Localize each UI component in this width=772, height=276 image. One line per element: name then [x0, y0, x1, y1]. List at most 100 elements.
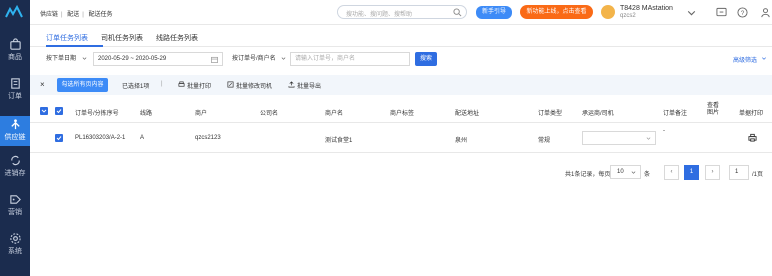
total-pages: /1页 — [752, 172, 764, 178]
pagination-unit: 条 — [644, 172, 651, 178]
sidebar-item-system[interactable]: 系统 — [0, 232, 30, 258]
chevron-down-icon[interactable] — [686, 7, 697, 18]
pagination-summary: 共1条记录，每页 — [565, 172, 611, 178]
merchant: qzcs2123 — [195, 135, 221, 141]
sidebar-item-supply-chain[interactable]: 供应链 — [0, 116, 30, 146]
prev-page-button[interactable]: ‹ — [664, 165, 679, 180]
export-icon — [288, 81, 295, 88]
page-jump-input[interactable]: 1 — [729, 165, 749, 180]
column-header: 查看图片 — [707, 103, 720, 116]
sidebar-item-order[interactable]: 订单 — [0, 77, 30, 103]
sidebar-item-label: 订单 — [8, 93, 22, 100]
route: A — [140, 135, 145, 141]
avatar[interactable] — [601, 5, 615, 19]
batch-print-button[interactable]: 批量打印 — [187, 81, 211, 90]
current-page-button[interactable]: 1 — [684, 165, 699, 180]
sidebar-item-label: 供应链 — [4, 134, 26, 141]
gear-icon — [9, 233, 21, 244]
sidebar-item-product[interactable]: 商品 — [0, 38, 30, 64]
search-icon[interactable] — [453, 8, 462, 17]
sidebar: 商品 订单 供应链 进销存 营销 系统 — [0, 0, 30, 276]
select-all-checkbox[interactable] — [55, 107, 63, 115]
column-header: 订单号/分拣序号 — [75, 111, 119, 117]
order-number[interactable]: PL16303203/A-2-1 — [75, 135, 125, 141]
guide-button[interactable]: 新手引导 — [476, 6, 512, 19]
chevron-down-icon — [281, 57, 286, 60]
next-page-button[interactable]: › — [705, 165, 720, 180]
merchant-name: 测试食堂1 — [325, 138, 353, 144]
select-all-pages-button[interactable]: 勾选所有页内容 — [57, 78, 108, 92]
share-icon — [10, 119, 20, 130]
help-icon[interactable]: ? — [737, 7, 748, 18]
advanced-filter-link[interactable]: 高级筛选 — [733, 55, 757, 64]
selected-count: 已选择1项 — [122, 84, 150, 90]
printer-icon[interactable] — [748, 133, 757, 142]
tab-driver-tasks[interactable]: 司机任务列表 — [101, 33, 143, 43]
user-settings-icon[interactable] — [760, 7, 771, 18]
printer-icon — [178, 81, 185, 87]
user-account: qzcs2 — [620, 13, 636, 19]
tab-route-tasks[interactable]: 线路任务列表 — [156, 33, 198, 43]
carrier-driver-select[interactable] — [582, 131, 656, 145]
close-icon[interactable]: × — [40, 80, 45, 89]
chevron-down-icon — [82, 57, 87, 60]
column-header: 商户名 — [325, 111, 344, 117]
user-name[interactable]: T8428 MAstation — [620, 5, 673, 12]
column-header: 公司名 — [260, 111, 279, 117]
breadcrumb-item[interactable]: 配送 — [67, 12, 79, 18]
page-size-select[interactable]: 10 — [610, 165, 641, 179]
chevron-down-icon — [646, 137, 651, 140]
check-icon — [56, 109, 62, 114]
order-search-placeholder: 请输入订单号，商户名 — [295, 56, 356, 62]
batch-edit-driver-button[interactable]: 批量修改司机 — [236, 81, 272, 90]
sidebar-item-label: 系统 — [8, 248, 22, 255]
row-checkbox[interactable] — [55, 134, 63, 142]
order-remark: - — [663, 128, 665, 134]
date-type-select[interactable]: 按下单日期 — [46, 52, 76, 66]
breadcrumb-item[interactable]: 供应链 — [40, 12, 58, 18]
chevron-down-icon — [631, 171, 636, 174]
bag-icon — [9, 38, 21, 50]
edit-icon — [227, 81, 234, 88]
search-type-select[interactable]: 按订单号/商户名 — [232, 52, 276, 66]
sidebar-item-marketing[interactable]: 营销 — [0, 193, 30, 219]
breadcrumb: 供应链 | 配送 | 配送任务 — [40, 9, 116, 18]
new-feature-button[interactable]: 新功能上线，点击查看 — [520, 5, 593, 19]
column-header: 订单类型 — [538, 111, 563, 117]
global-search-input[interactable]: 搜功能、搜问题、搜帮助 — [337, 5, 467, 19]
breadcrumb-separator: | — [82, 12, 84, 18]
document-icon — [10, 78, 20, 89]
column-header: 配送地址 — [455, 111, 480, 117]
tab-active-indicator — [46, 45, 103, 47]
chevron-down-icon — [762, 57, 766, 60]
breadcrumb-separator: | — [61, 12, 63, 18]
message-icon[interactable] — [716, 7, 727, 18]
calendar-icon — [211, 56, 218, 63]
column-header: 订单备注 — [663, 111, 688, 117]
search-button[interactable]: 搜索 — [415, 52, 437, 66]
sidebar-item-label: 进销存 — [4, 170, 26, 177]
sidebar-item-label: 商品 — [8, 54, 22, 61]
column-header: 商户 — [195, 111, 208, 117]
column-header: 线路 — [140, 111, 153, 117]
tab-bar: 订单任务列表 司机任务列表 线路任务列表 — [30, 25, 772, 47]
order-type: 常规 — [538, 138, 551, 144]
batch-export-button[interactable]: 批量导出 — [297, 81, 321, 90]
date-range-picker[interactable]: 2020-05-29 ~ 2020-05-29 — [93, 52, 223, 66]
search-placeholder: 搜功能、搜问题、搜帮助 — [346, 12, 413, 18]
tag-icon — [9, 195, 21, 204]
row-checkbox-collapse[interactable] — [40, 107, 48, 115]
sidebar-item-label: 营销 — [8, 209, 22, 216]
svg-text:?: ? — [741, 10, 745, 17]
column-header: 单据打印 — [739, 111, 764, 117]
breadcrumb-item: 配送任务 — [88, 12, 113, 18]
check-icon — [56, 136, 62, 141]
order-search-input[interactable]: 请输入订单号，商户名 — [290, 52, 410, 66]
tab-order-tasks[interactable]: 订单任务列表 — [46, 33, 88, 43]
column-header: 商户标签 — [390, 111, 415, 117]
logo-icon — [5, 5, 23, 18]
divider: | — [161, 81, 163, 87]
chevron-down-icon — [41, 109, 47, 113]
sidebar-item-inventory[interactable]: 进销存 — [0, 154, 30, 180]
delivery-address: 泉州 — [455, 138, 468, 144]
